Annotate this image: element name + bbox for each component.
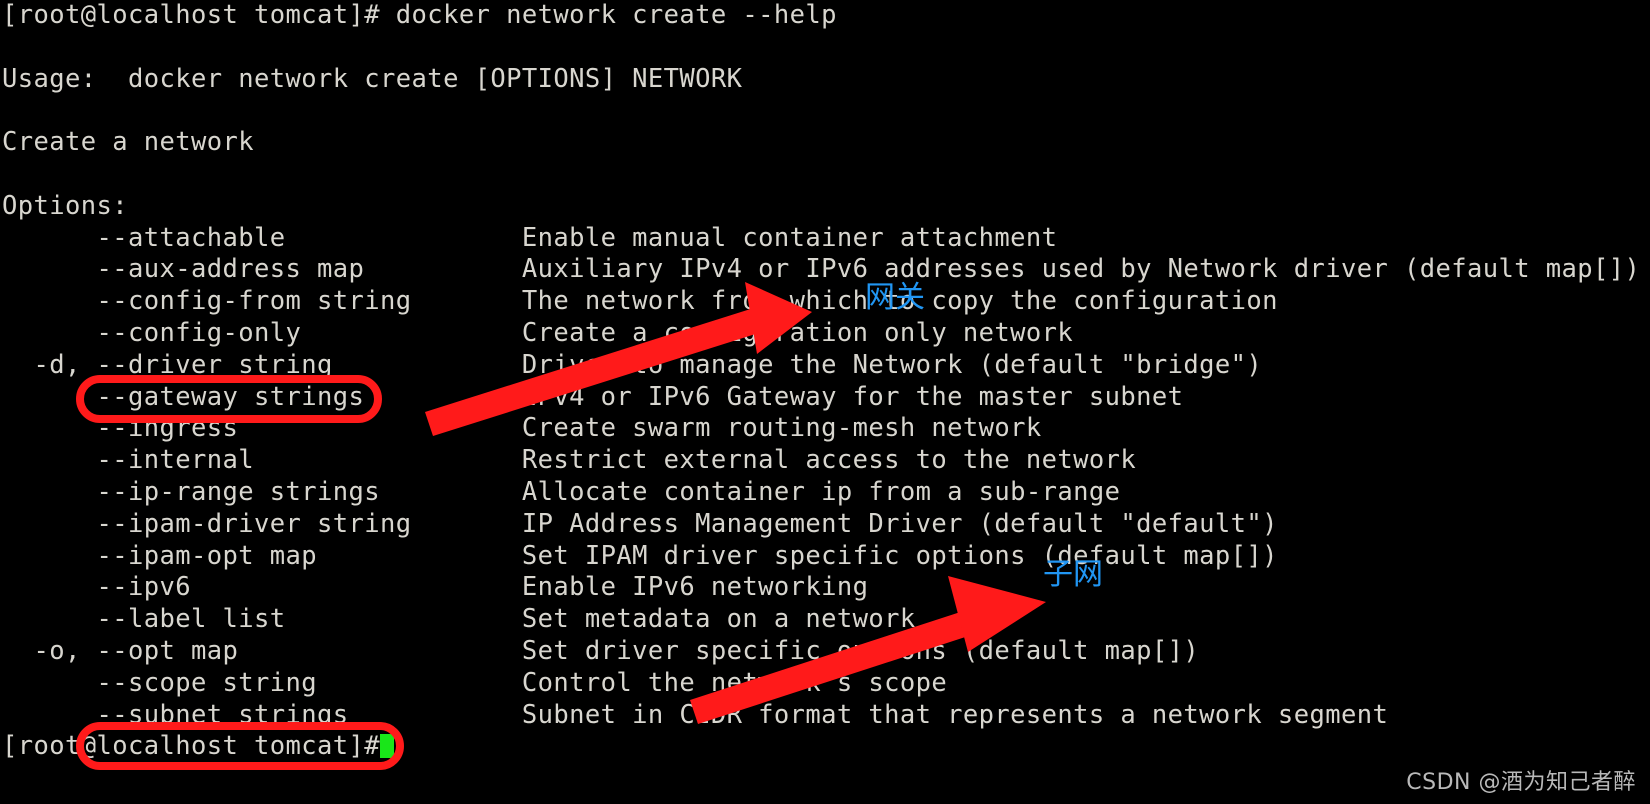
annotation-label-gateway: 网关 [865,280,925,315]
option-row: --ingress Create swarm routing-mesh netw… [2,413,1042,444]
option-row: --label list Set metadata on a network [2,604,916,635]
bottom-prompt-line[interactable]: [root@localhost tomcat]# [0,731,1650,763]
command-prompt-line: [root@localhost tomcat]# docker network … [2,0,837,30]
terminal-screenshot: [root@localhost tomcat]# docker network … [0,0,1650,804]
option-row: --aux-address map Auxiliary IPv4 or IPv6… [2,254,1641,285]
option-row-subnet: --subnet strings Subnet in CIDR format t… [2,699,1389,730]
watermark-text: CSDN @酒为知己者醉 [1406,770,1636,795]
option-row: --ipv6 Enable IPv6 networking [2,572,869,603]
option-row: -d, --driver string Driver to manage the… [2,349,1263,380]
option-row: --ipam-opt map Set IPAM driver specific … [2,540,1278,571]
summary-line: Create a network [2,127,255,158]
annotation-label-subnet: 子网 [1043,557,1103,592]
text-cursor [380,734,395,759]
option-row: --ipam-driver string IP Address Manageme… [2,508,1278,539]
options-header: Options: [2,190,129,221]
option-row: --scope string Control the network's sco… [2,667,948,698]
option-row: --attachable Enable manual container att… [2,222,1058,253]
option-row: --config-only Create a configuration onl… [2,317,1074,348]
usage-line: Usage: docker network create [OPTIONS] N… [2,63,743,94]
option-row: -o, --opt map Set driver specific option… [2,635,1200,666]
terminal-output[interactable]: [root@localhost tomcat]# docker network … [0,0,1650,804]
option-row: --internal Restrict external access to t… [2,445,1137,476]
bottom-prompt-text: [root@localhost tomcat]# [2,731,381,762]
option-row: --config-from string The network from wh… [2,286,1278,317]
option-row-gateway: --gateway strings IPv4 or IPv6 Gateway f… [2,381,1184,412]
option-row: --ip-range strings Allocate container ip… [2,476,1121,507]
